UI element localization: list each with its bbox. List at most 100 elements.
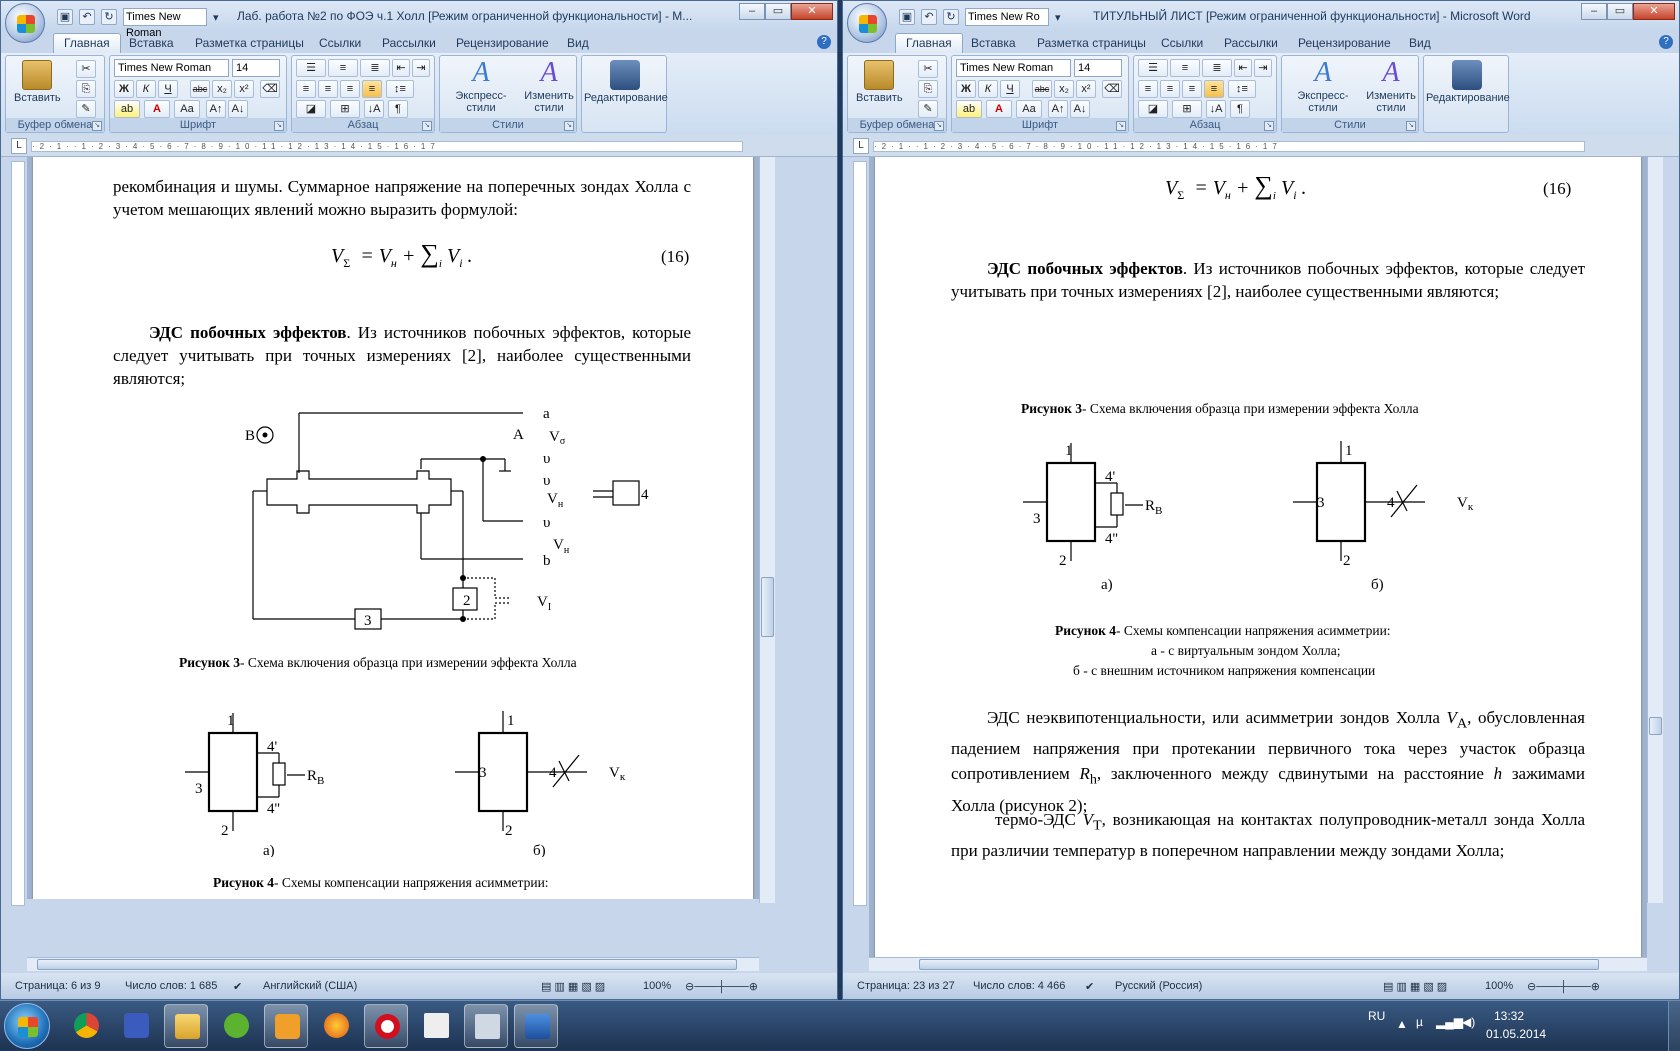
- scroll-thumb[interactable]: [1649, 717, 1662, 735]
- show-marks-icon[interactable]: ¶: [388, 100, 408, 118]
- tab-mailings[interactable]: Рассылки: [382, 36, 436, 50]
- save-icon[interactable]: ▣: [57, 9, 73, 25]
- tray-volume-icon[interactable]: ◀): [1462, 1015, 1475, 1029]
- help-icon[interactable]: ?: [1659, 35, 1673, 49]
- show-desktop-button[interactable]: [1668, 1001, 1680, 1051]
- status-words[interactable]: Число слов: 1 685: [125, 980, 217, 992]
- cut-icon[interactable]: ✂: [918, 60, 938, 78]
- view-buttons[interactable]: ▤ ▥ ▦ ▧ ▨: [1383, 980, 1447, 993]
- tray-network-icon[interactable]: ▂▄▆: [1436, 1015, 1463, 1029]
- cut-icon[interactable]: ✂: [76, 60, 96, 78]
- redo-icon[interactable]: ↻: [943, 9, 959, 25]
- justify-icon[interactable]: ≡: [362, 80, 382, 98]
- status-language[interactable]: Английский (США): [263, 980, 357, 992]
- format-painter-icon[interactable]: ✎: [918, 100, 938, 118]
- taskbar-utorrent[interactable]: [214, 1004, 258, 1048]
- clock-time[interactable]: 13:32: [1494, 1009, 1524, 1023]
- tab-references[interactable]: Ссылки: [319, 36, 361, 50]
- tab-home[interactable]: Главная: [53, 33, 121, 53]
- horizontal-ruler[interactable]: L ·2·1·​·1·2·3·4·5·6·7·8·9·10·11·12·13·1…: [1, 135, 837, 157]
- increase-indent-icon[interactable]: ⇥: [412, 59, 430, 77]
- taskbar-word[interactable]: [514, 1004, 558, 1048]
- shading-icon[interactable]: ◪: [296, 100, 326, 118]
- zoom-slider[interactable]: ⊖───┼───⊕: [1527, 980, 1600, 993]
- bullets-icon[interactable]: ☰: [296, 59, 326, 77]
- proofing-icon[interactable]: ✔: [1085, 980, 1094, 993]
- tab-insert[interactable]: Вставка: [129, 36, 174, 50]
- dialog-launcher-icon[interactable]: ↘: [422, 121, 432, 131]
- horizontal-scrollbar[interactable]: [869, 957, 1647, 971]
- save-icon[interactable]: ▣: [899, 9, 915, 25]
- redo-icon[interactable]: ↻: [101, 9, 117, 25]
- tab-review[interactable]: Рецензирование: [1298, 36, 1391, 50]
- dialog-launcher-icon[interactable]: ↘: [92, 121, 102, 131]
- align-right-icon[interactable]: ≡: [1182, 80, 1202, 98]
- taskbar-chrome[interactable]: [64, 1004, 108, 1048]
- office-button[interactable]: [847, 3, 887, 43]
- shrink-font-icon[interactable]: A↓: [228, 100, 248, 118]
- undo-icon[interactable]: ↶: [79, 9, 95, 25]
- zoom-level[interactable]: 100%: [1485, 980, 1513, 992]
- scroll-thumb[interactable]: [761, 577, 774, 637]
- tray-utorrent-icon[interactable]: µ: [1416, 1015, 1423, 1029]
- bold-button[interactable]: Ж: [114, 80, 134, 98]
- dialog-launcher-icon[interactable]: ↘: [274, 121, 284, 131]
- clock-date[interactable]: 01.05.2014: [1486, 1027, 1546, 1041]
- borders-icon[interactable]: ⊞: [330, 100, 360, 118]
- align-left-icon[interactable]: ≡: [296, 80, 316, 98]
- editing-button[interactable]: Редактирование: [584, 60, 668, 104]
- taskbar-explorer[interactable]: [164, 1004, 208, 1048]
- taskbar-network[interactable]: [464, 1004, 508, 1048]
- shading-icon[interactable]: ◪: [1138, 100, 1168, 118]
- office-button[interactable]: [5, 3, 45, 43]
- strikethrough-button[interactable]: abc: [1032, 80, 1052, 98]
- close-button[interactable]: ✕: [791, 3, 833, 20]
- change-styles-button[interactable]: A Изменить стили: [522, 58, 576, 115]
- highlight-icon[interactable]: ab: [114, 100, 140, 118]
- dialog-launcher-icon[interactable]: ↘: [1406, 121, 1416, 131]
- horizontal-ruler[interactable]: L ·2·1·​·1·2·3·4·5·6·7·8·9·10·11·12·13·1…: [843, 135, 1679, 157]
- align-right-icon[interactable]: ≡: [340, 80, 360, 98]
- qat-menu-icon[interactable]: ▾: [1055, 11, 1061, 24]
- editing-button[interactable]: Редактирование: [1426, 60, 1510, 104]
- zoom-slider[interactable]: ⊖───┼───⊕: [685, 980, 758, 993]
- tab-insert[interactable]: Вставка: [971, 36, 1016, 50]
- italic-button[interactable]: К: [978, 80, 998, 98]
- tab-review[interactable]: Рецензирование: [456, 36, 549, 50]
- change-styles-button[interactable]: A Изменить стили: [1364, 58, 1418, 115]
- taskbar-emblem[interactable]: [114, 1004, 158, 1048]
- qat-font-box[interactable]: Times New Roman: [123, 8, 207, 39]
- dialog-launcher-icon[interactable]: ↘: [564, 121, 574, 131]
- shrink-font-icon[interactable]: A↓: [1070, 100, 1090, 118]
- vertical-ruler[interactable]: [853, 161, 867, 906]
- status-page[interactable]: Страница: 23 из 27: [857, 980, 955, 992]
- taskbar-opera[interactable]: [364, 1004, 408, 1048]
- highlight-icon[interactable]: ab: [956, 100, 982, 118]
- line-spacing-icon[interactable]: ↕≡: [1228, 80, 1256, 98]
- subscript-button[interactable]: x₂: [212, 80, 232, 98]
- view-buttons[interactable]: ▤ ▥ ▦ ▧ ▨: [541, 980, 605, 993]
- multilevel-list-icon[interactable]: ≣: [360, 59, 390, 77]
- show-marks-icon[interactable]: ¶: [1230, 100, 1250, 118]
- quick-styles-button[interactable]: A Экспресс-стили: [442, 58, 520, 115]
- font-name-box[interactable]: Times New Roman: [956, 59, 1071, 77]
- document-page[interactable]: VΣ = Vн + ∑i Vi . (16) ЭДС побочных эффе…: [875, 157, 1641, 967]
- tab-mailings[interactable]: Рассылки: [1224, 36, 1278, 50]
- justify-icon[interactable]: ≡: [1204, 80, 1224, 98]
- minimize-button[interactable]: –: [1581, 3, 1607, 20]
- sort-icon[interactable]: ↓A: [364, 100, 384, 118]
- font-color-icon[interactable]: A: [144, 100, 170, 118]
- vertical-ruler[interactable]: [11, 161, 25, 906]
- subscript-button[interactable]: x₂: [1054, 80, 1074, 98]
- copy-icon[interactable]: ⎘: [918, 80, 938, 98]
- taskbar-calendar[interactable]: [414, 1004, 458, 1048]
- document-page[interactable]: рекомбинация и шумы. Суммарное напряжени…: [33, 157, 753, 899]
- zoom-level[interactable]: 100%: [643, 980, 671, 992]
- status-language[interactable]: Русский (Россия): [1115, 980, 1202, 992]
- dialog-launcher-icon[interactable]: ↘: [1116, 121, 1126, 131]
- change-case-icon[interactable]: Aa: [1016, 100, 1042, 118]
- format-painter-icon[interactable]: ✎: [76, 100, 96, 118]
- vertical-scrollbar[interactable]: [759, 157, 775, 903]
- paste-button[interactable]: Вставить: [856, 60, 903, 104]
- sort-icon[interactable]: ↓A: [1206, 100, 1226, 118]
